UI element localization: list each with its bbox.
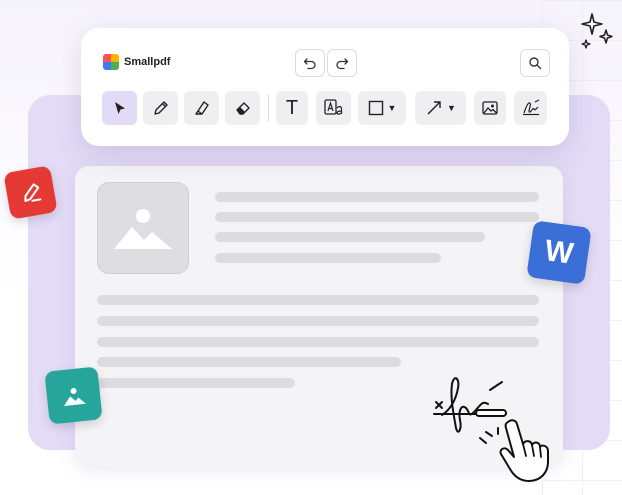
- text-icon: T: [285, 96, 299, 119]
- toolbar-divider: [268, 94, 269, 122]
- chevron-down-icon: ▼: [447, 103, 456, 113]
- text-line: [215, 232, 485, 242]
- text-line: [215, 192, 539, 202]
- undo-button[interactable]: [295, 49, 325, 77]
- arrow-tool[interactable]: ▼: [415, 91, 466, 125]
- image-placeholder: [97, 182, 189, 274]
- brand-name: Smallpdf: [124, 56, 171, 68]
- brand-logo[interactable]: Smallpdf: [103, 54, 170, 70]
- signature-icon: [522, 99, 539, 116]
- edit-badge: [3, 165, 58, 220]
- signature-tool[interactable]: [514, 91, 547, 125]
- text-format-tool[interactable]: [316, 91, 351, 125]
- undo-icon: [303, 58, 316, 70]
- sparkles-icon: [581, 13, 613, 49]
- image-placeholder-icon: [114, 209, 172, 249]
- chevron-down-icon: ▼: [387, 103, 397, 113]
- word-letter: W: [542, 233, 576, 271]
- cursor-icon: [114, 102, 125, 114]
- image-tool[interactable]: [474, 91, 506, 125]
- pen-edit-icon: [23, 182, 41, 202]
- pencil-icon: [153, 101, 168, 115]
- text-line: [97, 378, 295, 388]
- eraser-tool[interactable]: [225, 91, 260, 125]
- eraser-icon: [235, 102, 250, 115]
- word-badge: W: [526, 220, 592, 285]
- text-format-icon: [323, 99, 342, 115]
- text-tool[interactable]: T: [276, 91, 308, 125]
- select-tool[interactable]: [102, 91, 137, 125]
- image-icon: [482, 101, 498, 115]
- editor-toolbar: Smallpdf T ▼ ▼: [81, 28, 569, 146]
- highlighter-icon: [194, 101, 209, 115]
- redo-button[interactable]: [327, 49, 357, 77]
- text-line: [97, 337, 539, 347]
- rectangle-icon: [368, 100, 383, 116]
- pencil-tool[interactable]: [143, 91, 178, 125]
- search-icon: [529, 57, 542, 70]
- search-button[interactable]: [520, 49, 550, 77]
- text-line: [215, 253, 441, 263]
- highlighter-tool[interactable]: [184, 91, 219, 125]
- text-line: [97, 295, 539, 305]
- text-line: [215, 212, 539, 222]
- redo-icon: [336, 58, 349, 70]
- image-icon: [63, 387, 86, 406]
- image-badge: [44, 366, 103, 425]
- shape-tool[interactable]: ▼: [358, 91, 406, 125]
- arrow-icon: [427, 101, 441, 115]
- signature-hand-illustration: [433, 377, 549, 482]
- logo-icon: [103, 54, 119, 70]
- text-line: [97, 316, 539, 326]
- text-line: [97, 357, 401, 367]
- pointer-hand-icon: [499, 419, 549, 482]
